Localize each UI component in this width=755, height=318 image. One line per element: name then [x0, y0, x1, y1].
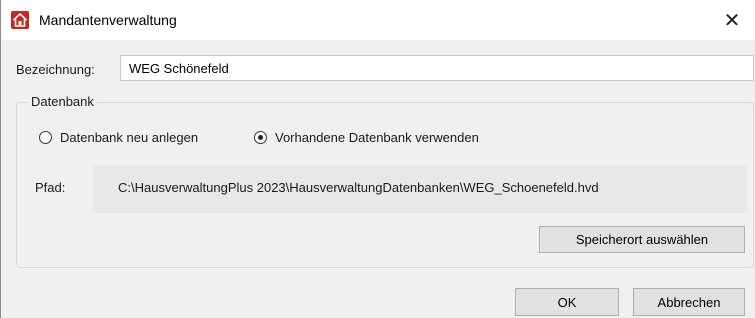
radio-new-database-label: Datenbank neu anlegen — [60, 130, 199, 145]
path-label: Pfad: — [35, 180, 66, 195]
close-button[interactable]: ✕ — [709, 0, 755, 40]
path-value: C:\HausverwaltungPlus 2023\Hausverwaltun… — [118, 180, 599, 195]
cancel-button[interactable]: Abbrechen — [633, 288, 745, 316]
close-icon: ✕ — [723, 9, 741, 32]
radio-existing-database-indicator[interactable] — [254, 131, 267, 144]
house-icon — [11, 11, 29, 29]
radio-new-database[interactable]: Datenbank neu anlegen — [39, 130, 198, 145]
radio-existing-database-label: Vorhandene Datenbank verwenden — [275, 130, 479, 145]
database-group-title: Datenbank — [28, 94, 97, 109]
name-label: Bezeichnung: — [16, 62, 95, 77]
window-title: Mandantenverwaltung — [39, 12, 177, 28]
radio-new-database-indicator[interactable] — [39, 131, 52, 144]
choose-location-button[interactable]: Speicherort auswählen — [539, 226, 745, 253]
name-input[interactable] — [120, 55, 754, 81]
ok-button[interactable]: OK — [515, 288, 619, 316]
radio-existing-database[interactable]: Vorhandene Datenbank verwenden — [254, 130, 479, 145]
dialog-window: Mandantenverwaltung ✕ Bezeichnung: Daten… — [0, 0, 755, 318]
title-bar: Mandantenverwaltung ✕ — [1, 0, 755, 40]
